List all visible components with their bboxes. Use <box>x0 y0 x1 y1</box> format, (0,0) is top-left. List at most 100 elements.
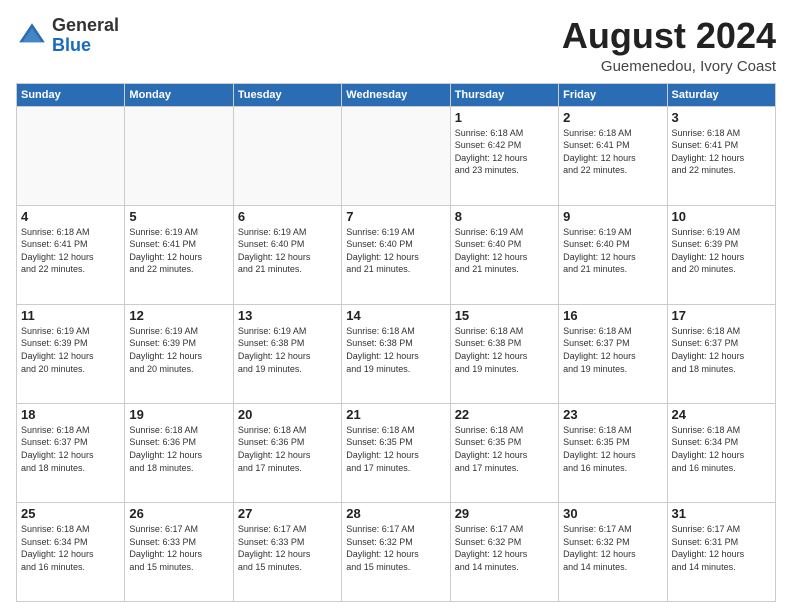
day-cell <box>125 106 233 205</box>
day-info: Sunrise: 6:18 AM Sunset: 6:36 PM Dayligh… <box>238 424 337 474</box>
day-number: 4 <box>21 209 120 224</box>
day-number: 20 <box>238 407 337 422</box>
day-number: 17 <box>672 308 771 323</box>
day-info: Sunrise: 6:19 AM Sunset: 6:41 PM Dayligh… <box>129 226 228 276</box>
day-info: Sunrise: 6:18 AM Sunset: 6:41 PM Dayligh… <box>672 127 771 177</box>
day-cell: 20 Sunrise: 6:18 AM Sunset: 6:36 PM Dayli… <box>233 403 341 502</box>
day-number: 21 <box>346 407 445 422</box>
day-info: Sunrise: 6:19 AM Sunset: 6:38 PM Dayligh… <box>238 325 337 375</box>
day-cell: 25Sunrise: 6:18 AM Sunset: 6:34 PM Dayli… <box>17 502 125 601</box>
day-cell: 13 Sunrise: 6:19 AM Sunset: 6:38 PM Dayli… <box>233 304 341 403</box>
day-cell: 28Sunrise: 6:17 AM Sunset: 6:32 PM Dayli… <box>342 502 450 601</box>
day-number: 30 <box>563 506 662 521</box>
day-info: Sunrise: 6:17 AM Sunset: 6:33 PM Dayligh… <box>129 523 228 573</box>
day-cell: 15 Sunrise: 6:18 AM Sunset: 6:38 PM Dayli… <box>450 304 558 403</box>
day-info: Sunrise: 6:18 AM Sunset: 6:35 PM Dayligh… <box>455 424 554 474</box>
day-number: 9 <box>563 209 662 224</box>
title-block: August 2024 Guemenedou, Ivory Coast <box>562 16 776 75</box>
day-number: 22 <box>455 407 554 422</box>
day-cell: 23 Sunrise: 6:18 AM Sunset: 6:35 PM Dayli… <box>559 403 667 502</box>
day-cell: 17Sunrise: 6:18 AM Sunset: 6:37 PM Dayli… <box>667 304 775 403</box>
day-cell: 9 Sunrise: 6:19 AM Sunset: 6:40 PM Daylig… <box>559 205 667 304</box>
week-row-5: 25Sunrise: 6:18 AM Sunset: 6:34 PM Dayli… <box>17 502 776 601</box>
logo-text: General Blue <box>52 16 119 56</box>
col-header-monday: Monday <box>125 83 233 106</box>
day-cell: 7 Sunrise: 6:19 AM Sunset: 6:40 PM Daylig… <box>342 205 450 304</box>
col-header-saturday: Saturday <box>667 83 775 106</box>
day-info: Sunrise: 6:17 AM Sunset: 6:32 PM Dayligh… <box>563 523 662 573</box>
day-info: Sunrise: 6:18 AM Sunset: 6:37 PM Dayligh… <box>563 325 662 375</box>
day-cell: 22 Sunrise: 6:18 AM Sunset: 6:35 PM Dayli… <box>450 403 558 502</box>
day-info: Sunrise: 6:17 AM Sunset: 6:31 PM Dayligh… <box>672 523 771 573</box>
week-row-2: 4 Sunrise: 6:18 AM Sunset: 6:41 PM Daylig… <box>17 205 776 304</box>
day-info: Sunrise: 6:17 AM Sunset: 6:33 PM Dayligh… <box>238 523 337 573</box>
day-number: 15 <box>455 308 554 323</box>
col-header-friday: Friday <box>559 83 667 106</box>
day-cell: 21Sunrise: 6:18 AM Sunset: 6:35 PM Dayli… <box>342 403 450 502</box>
col-header-sunday: Sunday <box>17 83 125 106</box>
day-info: Sunrise: 6:19 AM Sunset: 6:40 PM Dayligh… <box>563 226 662 276</box>
day-cell: 26 Sunrise: 6:17 AM Sunset: 6:33 PM Dayli… <box>125 502 233 601</box>
calendar-title: August 2024 <box>562 16 776 56</box>
day-number: 2 <box>563 110 662 125</box>
calendar-subtitle: Guemenedou, Ivory Coast <box>562 58 776 75</box>
day-number: 14 <box>346 308 445 323</box>
day-number: 24 <box>672 407 771 422</box>
day-cell: 4 Sunrise: 6:18 AM Sunset: 6:41 PM Daylig… <box>17 205 125 304</box>
day-info: Sunrise: 6:18 AM Sunset: 6:42 PM Dayligh… <box>455 127 554 177</box>
header-row: SundayMondayTuesdayWednesdayThursdayFrid… <box>17 83 776 106</box>
day-cell: 8 Sunrise: 6:19 AM Sunset: 6:40 PM Daylig… <box>450 205 558 304</box>
header: General Blue August 2024 Guemenedou, Ivo… <box>16 16 776 75</box>
col-header-tuesday: Tuesday <box>233 83 341 106</box>
day-number: 18 <box>21 407 120 422</box>
day-number: 7 <box>346 209 445 224</box>
day-number: 19 <box>129 407 228 422</box>
day-cell: 6Sunrise: 6:19 AM Sunset: 6:40 PM Daylig… <box>233 205 341 304</box>
day-number: 10 <box>672 209 771 224</box>
col-header-thursday: Thursday <box>450 83 558 106</box>
day-cell: 16Sunrise: 6:18 AM Sunset: 6:37 PM Dayli… <box>559 304 667 403</box>
day-info: Sunrise: 6:19 AM Sunset: 6:39 PM Dayligh… <box>129 325 228 375</box>
day-number: 6 <box>238 209 337 224</box>
day-cell: 27 Sunrise: 6:17 AM Sunset: 6:33 PM Dayli… <box>233 502 341 601</box>
col-header-wednesday: Wednesday <box>342 83 450 106</box>
day-info: Sunrise: 6:18 AM Sunset: 6:36 PM Dayligh… <box>129 424 228 474</box>
logo-general-text: General <box>52 15 119 35</box>
day-cell: 19 Sunrise: 6:18 AM Sunset: 6:36 PM Dayli… <box>125 403 233 502</box>
day-cell: 2 Sunrise: 6:18 AM Sunset: 6:41 PM Daylig… <box>559 106 667 205</box>
day-info: Sunrise: 6:19 AM Sunset: 6:40 PM Dayligh… <box>346 226 445 276</box>
day-number: 27 <box>238 506 337 521</box>
day-info: Sunrise: 6:18 AM Sunset: 6:41 PM Dayligh… <box>21 226 120 276</box>
day-number: 23 <box>563 407 662 422</box>
day-cell: 11 Sunrise: 6:19 AM Sunset: 6:39 PM Dayli… <box>17 304 125 403</box>
day-cell: 31 Sunrise: 6:17 AM Sunset: 6:31 PM Dayli… <box>667 502 775 601</box>
day-number: 29 <box>455 506 554 521</box>
day-info: Sunrise: 6:18 AM Sunset: 6:37 PM Dayligh… <box>21 424 120 474</box>
day-info: Sunrise: 6:19 AM Sunset: 6:39 PM Dayligh… <box>21 325 120 375</box>
day-info: Sunrise: 6:18 AM Sunset: 6:41 PM Dayligh… <box>563 127 662 177</box>
day-cell: 29 Sunrise: 6:17 AM Sunset: 6:32 PM Dayli… <box>450 502 558 601</box>
day-number: 31 <box>672 506 771 521</box>
day-cell <box>17 106 125 205</box>
day-cell: 30 Sunrise: 6:17 AM Sunset: 6:32 PM Dayli… <box>559 502 667 601</box>
day-number: 11 <box>21 308 120 323</box>
day-number: 13 <box>238 308 337 323</box>
day-cell: 5Sunrise: 6:19 AM Sunset: 6:41 PM Daylig… <box>125 205 233 304</box>
day-cell: 14 Sunrise: 6:18 AM Sunset: 6:38 PM Dayli… <box>342 304 450 403</box>
day-number: 28 <box>346 506 445 521</box>
day-info: Sunrise: 6:18 AM Sunset: 6:38 PM Dayligh… <box>455 325 554 375</box>
day-cell: 24 Sunrise: 6:18 AM Sunset: 6:34 PM Dayli… <box>667 403 775 502</box>
day-cell: 12 Sunrise: 6:19 AM Sunset: 6:39 PM Dayli… <box>125 304 233 403</box>
day-number: 1 <box>455 110 554 125</box>
day-info: Sunrise: 6:19 AM Sunset: 6:40 PM Dayligh… <box>455 226 554 276</box>
logo: General Blue <box>16 16 119 56</box>
day-info: Sunrise: 6:18 AM Sunset: 6:38 PM Dayligh… <box>346 325 445 375</box>
day-info: Sunrise: 6:18 AM Sunset: 6:35 PM Dayligh… <box>563 424 662 474</box>
day-number: 26 <box>129 506 228 521</box>
day-cell: 1 Sunrise: 6:18 AM Sunset: 6:42 PM Daylig… <box>450 106 558 205</box>
day-number: 12 <box>129 308 228 323</box>
day-number: 8 <box>455 209 554 224</box>
week-row-1: 1 Sunrise: 6:18 AM Sunset: 6:42 PM Daylig… <box>17 106 776 205</box>
day-info: Sunrise: 6:18 AM Sunset: 6:34 PM Dayligh… <box>672 424 771 474</box>
day-info: Sunrise: 6:17 AM Sunset: 6:32 PM Dayligh… <box>455 523 554 573</box>
